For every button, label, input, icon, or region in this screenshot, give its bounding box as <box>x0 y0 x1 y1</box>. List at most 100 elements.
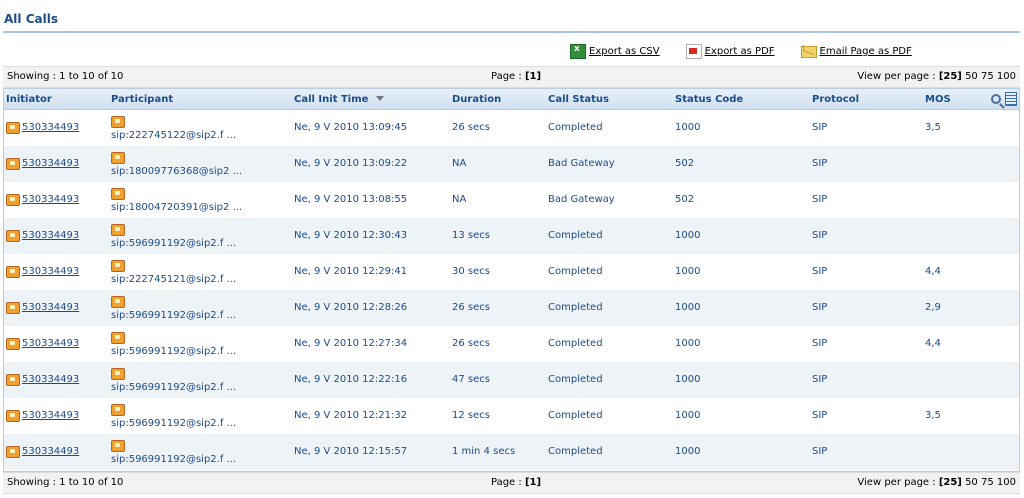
protocol-cell: SIP <box>812 302 828 313</box>
initiator-cell: 530334493 <box>3 290 108 326</box>
call-init-time-cell: Ne, 9 V 2010 12:15:57 <box>294 446 408 457</box>
participant-cell: sip:18009776368@sip2 ... <box>108 146 291 182</box>
initiator-link[interactable]: 530334493 <box>22 338 79 349</box>
phone-icon <box>6 193 20 206</box>
participant-value: sip:596991192@sip2.f ... <box>111 454 237 465</box>
tools-cell <box>974 434 1020 470</box>
duration-cell: 30 secs <box>452 266 490 277</box>
view-50-link[interactable]: 50 <box>965 477 978 488</box>
phone-icon <box>111 332 125 344</box>
page-label: Page : <box>491 71 525 82</box>
page-indicator: Page : [1] <box>491 477 541 488</box>
call-status-cell: Completed <box>548 374 603 385</box>
call-init-time-cell: Ne, 9 V 2010 12:21:32 <box>294 410 408 421</box>
mos-cell <box>922 362 974 398</box>
col-status-code[interactable]: Status Code <box>672 88 809 110</box>
page-current: [1] <box>524 71 542 82</box>
participant-cell: sip:18004720391@sip2 ... <box>108 182 291 218</box>
view-100-link[interactable]: 100 <box>997 71 1016 82</box>
protocol-cell: SIP <box>812 446 828 457</box>
page-title: All Calls <box>4 12 58 26</box>
status-code-cell: 1000 <box>675 338 701 349</box>
initiator-cell: 530334493 <box>3 254 108 290</box>
protocol-cell: SIP <box>812 374 828 385</box>
view-75-link[interactable]: 75 <box>981 71 994 82</box>
table-row: 530334493 sip:596991192@sip2.f ... Ne, 9 V… <box>3 217 1020 254</box>
phone-icon <box>6 157 20 170</box>
participant-cell: sip:596991192@sip2.f ... <box>108 362 291 398</box>
initiator-link[interactable]: 530334493 <box>22 230 79 241</box>
col-call-status[interactable]: Call Status <box>545 88 672 110</box>
table-header-row: Initiator Participant Call Init Time Dur… <box>3 88 1020 110</box>
initiator-cell: 530334493 <box>3 362 108 398</box>
pager-bottom: Showing : 1 to 10 of 10 Page : [1] View … <box>3 472 1020 494</box>
view-100-link[interactable]: 100 <box>997 477 1016 488</box>
search-icon[interactable] <box>991 94 1001 104</box>
view-75-link[interactable]: 75 <box>981 477 994 488</box>
initiator-link[interactable]: 530334493 <box>22 446 79 457</box>
call-status-cell: Completed <box>548 410 603 421</box>
phone-icon <box>111 404 125 416</box>
status-code-cell: 1000 <box>675 266 701 277</box>
duration-cell: 13 secs <box>452 230 490 241</box>
title-divider <box>3 31 1020 33</box>
view-50-link[interactable]: 50 <box>965 71 978 82</box>
col-protocol[interactable]: Protocol <box>809 88 922 110</box>
table-row: 530334493 sip:596991192@sip2.f ... Ne, 9 V… <box>3 433 1020 470</box>
calls-table: Initiator Participant Call Init Time Dur… <box>3 88 1020 470</box>
participant-value: sip:596991192@sip2.f ... <box>111 346 237 357</box>
call-init-time-cell: Ne, 9 V 2010 12:29:41 <box>294 266 408 277</box>
participant-value: sip:596991192@sip2.f ... <box>111 382 237 393</box>
participant-value: sip:596991192@sip2.f ... <box>111 418 237 429</box>
mos-cell <box>922 218 974 254</box>
table-row: 530334493 sip:596991192@sip2.f ... Ne, 9 V… <box>3 361 1020 398</box>
col-call-init-time[interactable]: Call Init Time <box>291 88 449 110</box>
view-25-current: [25] <box>938 477 962 488</box>
table-row: 530334493 sip:596991192@sip2.f ... Ne, 9 V… <box>3 398 1020 434</box>
col-mos[interactable]: MOS <box>922 88 974 110</box>
initiator-link[interactable]: 530334493 <box>22 194 79 205</box>
participant-value: sip:222745122@sip2.f ... <box>111 130 237 142</box>
initiator-link[interactable]: 530334493 <box>22 266 79 277</box>
phone-icon <box>111 152 125 164</box>
export-csv-link[interactable]: Export as CSV <box>570 44 660 59</box>
col-duration[interactable]: Duration <box>449 88 545 110</box>
participant-value: sip:18009776368@sip2 ... <box>111 166 243 177</box>
initiator-link[interactable]: 530334493 <box>22 374 79 385</box>
col-initiator[interactable]: Initiator <box>3 88 108 110</box>
col-participant[interactable]: Participant <box>108 88 291 110</box>
export-pdf-label: Export as PDF <box>704 46 775 57</box>
col-call-init-time-label: Call Init Time <box>294 93 369 105</box>
view-per-page: View per page : [25] 50 75 100 <box>857 477 1016 488</box>
protocol-cell: SIP <box>812 158 828 169</box>
mos-cell <box>922 434 974 470</box>
call-init-time-cell: Ne, 9 V 2010 12:28:26 <box>294 302 408 313</box>
view-per-page: View per page : [25] 50 75 100 <box>857 71 1016 82</box>
phone-icon <box>111 368 125 380</box>
duration-cell: 26 secs <box>452 302 490 313</box>
mos-cell: 3,5 <box>925 122 941 134</box>
duration-cell: 1 min 4 secs <box>452 446 516 457</box>
initiator-link[interactable]: 530334493 <box>22 122 79 133</box>
initiator-link[interactable]: 530334493 <box>22 410 79 421</box>
excel-icon <box>570 44 586 59</box>
call-init-time-cell: Ne, 9 V 2010 12:30:43 <box>294 230 408 241</box>
phone-icon <box>111 296 125 308</box>
table-row: 530334493 sip:18004720391@sip2 ... Ne, 9 V… <box>3 182 1020 218</box>
initiator-link[interactable]: 530334493 <box>22 158 79 169</box>
tools-cell <box>974 182 1020 218</box>
email-pdf-link[interactable]: Email Page as PDF <box>800 44 912 59</box>
protocol-cell: SIP <box>812 266 828 277</box>
phone-icon <box>6 301 20 314</box>
col-tools <box>974 88 1020 110</box>
participant-cell: sip:596991192@sip2.f ... <box>108 218 291 254</box>
export-toolbar: Export as CSV Export as PDF Email Page a… <box>570 44 912 59</box>
phone-icon <box>6 265 20 278</box>
export-pdf-link[interactable]: Export as PDF <box>685 44 775 59</box>
table-row: 530334493 sip:18009776368@sip2 ... Ne, 9 V… <box>3 145 1020 182</box>
participant-value: sip:596991192@sip2.f ... <box>111 238 237 249</box>
initiator-link[interactable]: 530334493 <box>22 302 79 313</box>
status-code-cell: 1000 <box>675 230 701 241</box>
phone-icon <box>111 188 125 200</box>
columns-icon[interactable] <box>1005 92 1017 106</box>
